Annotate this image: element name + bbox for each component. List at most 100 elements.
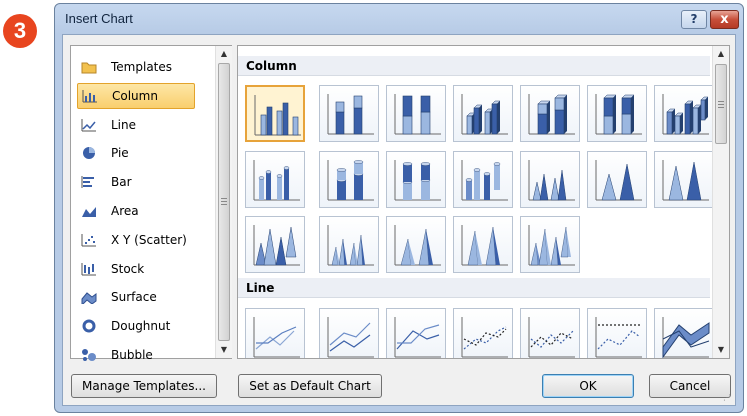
column-chart-subtype-17-icon	[394, 225, 441, 266]
category-label: Surface	[111, 290, 157, 305]
column-chart-subtype-15-icon	[253, 225, 300, 266]
doughnut-chart-icon	[81, 319, 97, 333]
column-chart-subtype-7-icon	[662, 94, 709, 135]
area-chart-icon	[81, 204, 97, 218]
section-header-line: Line	[238, 278, 710, 298]
category-label: X Y (Scatter)	[111, 232, 187, 247]
column-chart-subtype-18[interactable]	[453, 216, 513, 273]
ok-button[interactable]: OK	[542, 374, 634, 398]
category-items: Templates Column Line Pie Bar Area X Y (Scatte…	[71, 46, 215, 362]
folder-icon	[81, 60, 97, 74]
category-item-bar[interactable]: Bar	[77, 169, 195, 195]
line-chart-subtype-3[interactable]	[386, 308, 446, 358]
scroll-thumb[interactable]	[218, 63, 230, 341]
column-chart-subtype-2[interactable]	[319, 85, 379, 142]
column-chart-subtype-14-icon	[662, 160, 709, 201]
category-label: Column	[112, 88, 158, 103]
scroll-down-icon[interactable]: ▼	[713, 342, 729, 358]
column-chart-subtype-10-icon	[394, 160, 441, 201]
category-item-pie[interactable]: Pie	[77, 140, 195, 166]
line-chart-subtype-3-icon	[394, 317, 441, 358]
gallery-scrollbar[interactable]: ▲ ▼	[712, 46, 729, 358]
column-chart-subtype-10[interactable]	[386, 151, 446, 208]
column-chart-subtype-11[interactable]	[453, 151, 513, 208]
column-chart-subtype-3[interactable]	[386, 85, 446, 142]
line-chart-subtype-5-icon	[528, 317, 575, 358]
category-label: Doughnut	[111, 319, 171, 334]
category-label: Line	[111, 117, 137, 132]
category-label: Templates	[111, 60, 173, 74]
category-item-line[interactable]: Line	[77, 112, 195, 138]
line-chart-subtype-1[interactable]	[245, 308, 305, 358]
section-header-column: Column	[238, 56, 710, 76]
scroll-up-icon[interactable]: ▲	[713, 46, 729, 62]
column-chart-icon	[82, 89, 98, 103]
dialog-title: Insert Chart	[65, 11, 133, 26]
line-chart-subtype-2-icon	[327, 317, 374, 358]
line-chart-subtype-4-icon	[461, 317, 508, 358]
surface-chart-icon	[81, 290, 97, 307]
column-chart-subtype-16[interactable]	[319, 216, 379, 273]
column-chart-subtype-15[interactable]	[245, 216, 305, 273]
column-chart-subtype-19[interactable]	[520, 216, 580, 273]
line-chart-subtype-1-icon	[253, 317, 300, 358]
column-chart-subtype-1-icon	[254, 95, 301, 136]
category-label: Bubble	[111, 348, 153, 362]
category-item-column[interactable]: Column	[77, 82, 195, 109]
column-chart-subtype-4[interactable]	[453, 85, 513, 142]
close-button[interactable]: x	[710, 10, 739, 29]
category-item-templates[interactable]: Templates	[77, 54, 195, 80]
scroll-down-icon[interactable]: ▼	[216, 342, 232, 358]
cancel-button[interactable]: Cancel	[649, 374, 731, 398]
line-chart-subtype-5[interactable]	[520, 308, 580, 358]
column-chart-subtype-1[interactable]	[245, 85, 305, 142]
set-default-chart-button[interactable]: Set as Default Chart	[238, 374, 382, 398]
column-chart-subtype-13[interactable]	[587, 151, 647, 208]
category-label: Area	[111, 204, 139, 218]
line-chart-subtype-6[interactable]	[587, 308, 647, 358]
column-chart-subtype-12[interactable]	[520, 151, 580, 208]
category-label: Pie	[111, 146, 129, 161]
chart-gallery: Column Line ▲ ▼	[237, 45, 730, 359]
column-chart-subtype-7[interactable]	[654, 85, 714, 142]
category-item-surface[interactable]: Surface	[77, 284, 195, 310]
scroll-thumb[interactable]	[715, 64, 727, 144]
column-chart-subtype-5-icon	[528, 94, 575, 135]
column-chart-subtype-14[interactable]	[654, 151, 714, 208]
column-chart-subtype-12-icon	[528, 160, 575, 201]
column-chart-subtype-6-icon	[595, 94, 642, 135]
column-chart-subtype-19-icon	[528, 225, 575, 266]
category-item-bubble[interactable]: Bubble	[77, 342, 195, 368]
line-chart-subtype-4[interactable]	[453, 308, 513, 358]
column-chart-subtype-8-icon	[253, 160, 300, 201]
column-chart-subtype-6[interactable]	[587, 85, 647, 142]
line-chart-subtype-2[interactable]	[319, 308, 379, 358]
line-chart-subtype-6-icon	[595, 317, 642, 358]
column-chart-subtype-17[interactable]	[386, 216, 446, 273]
step-number-badge: 3	[3, 14, 37, 48]
column-chart-subtype-18-icon	[461, 225, 508, 266]
category-label: Stock	[111, 261, 145, 276]
column-chart-subtype-9[interactable]	[319, 151, 379, 208]
category-item-stock[interactable]: Stock	[77, 256, 195, 282]
column-chart-subtype-4-icon	[461, 94, 508, 135]
chart-category-list: Templates Column Line Pie Bar Area X Y (Scatte…	[70, 45, 232, 362]
column-chart-subtype-3-icon	[394, 94, 441, 135]
bubble-chart-icon	[81, 348, 97, 362]
category-item-x-y-scatter[interactable]: X Y (Scatter)	[77, 227, 195, 253]
column-chart-subtype-5[interactable]	[520, 85, 580, 142]
resize-grip-icon[interactable]: ⋰	[723, 393, 733, 403]
line-chart-subtype-7[interactable]	[654, 308, 714, 358]
line-chart-icon	[81, 118, 97, 132]
line-chart-subtype-7-icon	[662, 317, 710, 358]
bar-chart-icon	[81, 175, 97, 189]
manage-templates-button[interactable]: Manage Templates...	[71, 374, 217, 398]
column-chart-subtype-8[interactable]	[245, 151, 305, 208]
category-scrollbar[interactable]: ▲ ▼	[215, 46, 232, 358]
scroll-up-icon[interactable]: ▲	[216, 46, 232, 62]
column-chart-subtype-13-icon	[595, 160, 642, 201]
category-label: Bar	[111, 175, 132, 190]
category-item-area[interactable]: Area	[77, 198, 195, 224]
category-item-doughnut[interactable]: Doughnut	[77, 313, 195, 339]
help-button[interactable]: ?	[681, 10, 707, 29]
